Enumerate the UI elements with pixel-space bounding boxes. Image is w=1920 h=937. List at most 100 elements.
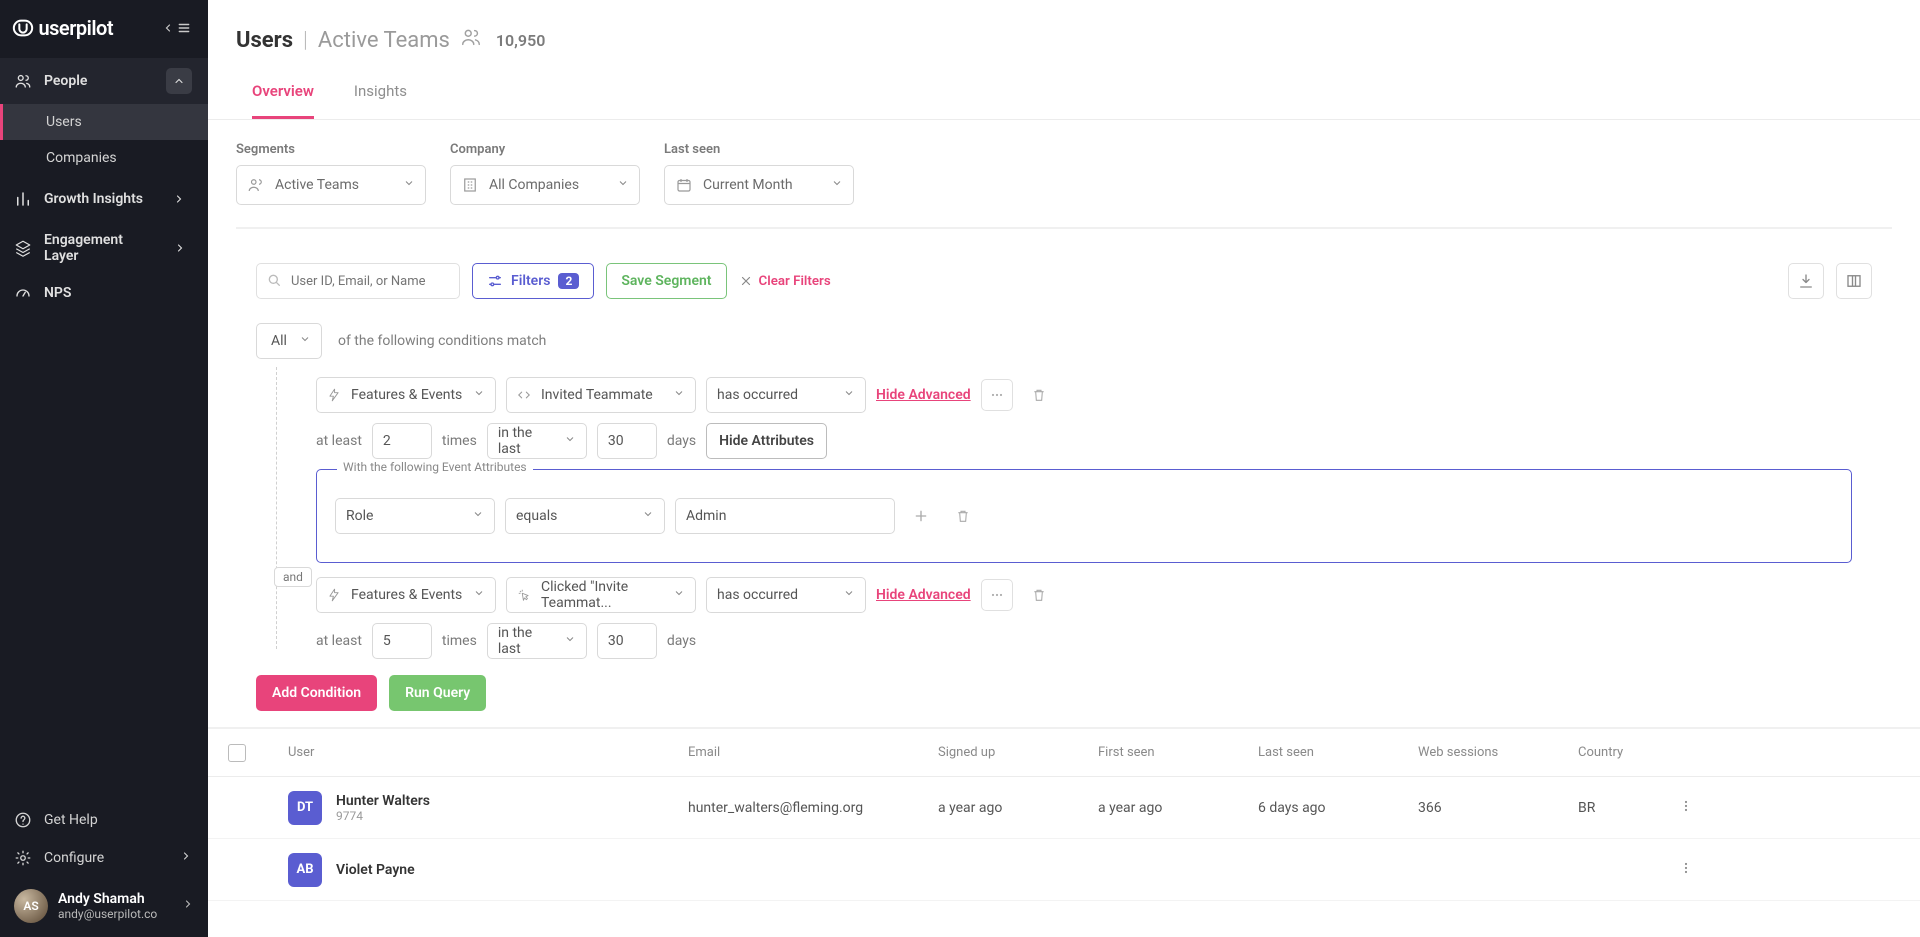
attr-delete-button[interactable] [947, 500, 979, 532]
cond2-event-select[interactable]: Clicked "Invite Teammat... [506, 577, 696, 613]
cond1-count-input[interactable] [372, 423, 432, 459]
cond1-op-select[interactable]: has occurred [706, 377, 866, 413]
user-menu[interactable]: AS Andy Shamah andy@userpilot.co [0, 877, 208, 937]
save-segment-button[interactable]: Save Segment [606, 263, 726, 299]
bolt-icon [327, 388, 341, 402]
menu-icon [176, 21, 192, 35]
row-user-id: 9774 [336, 809, 430, 823]
cond1-source-select[interactable]: Features & Events [316, 377, 496, 413]
nav-nps[interactable]: NPS [0, 274, 208, 312]
search-wrapper [256, 263, 460, 299]
cond1-hide-advanced[interactable]: Hide Advanced [876, 387, 971, 403]
help-icon [14, 811, 32, 829]
match-mode-select[interactable]: All [256, 323, 322, 359]
tab-overview[interactable]: Overview [252, 82, 314, 119]
condition-1: Features & Events Invited Teammate has o… [276, 377, 1852, 563]
chevron-down-icon [673, 587, 685, 603]
chevron-down-icon [564, 433, 576, 449]
select-all-checkbox[interactable] [228, 744, 246, 762]
col-user: User [288, 745, 688, 760]
cond2-days-input[interactable] [597, 623, 657, 659]
col-first-seen: First seen [1098, 745, 1258, 760]
clear-filters-button[interactable]: Clear Filters [739, 274, 831, 289]
nav-sub-companies[interactable]: Companies [0, 140, 208, 176]
cond2-delete-button[interactable] [1023, 579, 1055, 611]
sidebar: userpilot People Users Companies Growth … [0, 0, 208, 937]
label-segments: Segments [236, 142, 426, 157]
row-actions-button[interactable] [1678, 798, 1738, 818]
chevron-down-icon [831, 177, 843, 193]
attributes-legend: With the following Event Attributes [337, 460, 533, 474]
table-header: User Email Signed up First seen Last see… [208, 729, 1920, 777]
col-country: Country [1578, 745, 1678, 760]
cond2-op-select[interactable]: has occurred [706, 577, 866, 613]
row-actions-button[interactable] [1678, 860, 1738, 880]
company-select[interactable]: All Companies [450, 165, 640, 205]
layers-icon [14, 239, 32, 257]
cond1-range-select[interactable]: in the last [487, 423, 587, 459]
page-subtitle: Active Teams [318, 28, 450, 53]
nav-sub-users[interactable]: Users [0, 104, 208, 140]
attr-field-select[interactable]: Role [335, 498, 495, 534]
filters-button[interactable]: Filters 2 [472, 263, 594, 299]
cond2-more-button[interactable] [981, 579, 1013, 611]
tabs: Overview Insights [208, 62, 1920, 120]
cond2-hide-advanced[interactable]: Hide Advanced [876, 587, 971, 603]
chevron-right-icon [167, 235, 192, 261]
label-days: days [667, 633, 696, 649]
nav-people[interactable]: People [0, 58, 208, 104]
col-email: Email [688, 745, 938, 760]
cond2-source-select[interactable]: Features & Events [316, 577, 496, 613]
nav-engagement-layer[interactable]: Engagement Layer [0, 222, 208, 274]
search-input[interactable] [256, 263, 460, 299]
label-days: days [667, 433, 696, 449]
trash-icon [955, 508, 971, 524]
sidebar-collapse[interactable] [162, 21, 192, 35]
row-sessions: 366 [1418, 800, 1578, 816]
nav-label: Engagement Layer [44, 232, 155, 264]
nav-configure[interactable]: Configure [0, 839, 208, 877]
table-row[interactable]: DT Hunter Walters 9774 hunter_walters@fl… [208, 777, 1920, 839]
attr-op-select[interactable]: equals [505, 498, 665, 534]
last-seen-select[interactable]: Current Month [664, 165, 854, 205]
cond2-range-select[interactable]: in the last [487, 623, 587, 659]
cond1-attributes-box: With the following Event Attributes Role… [316, 469, 1852, 563]
building-icon [461, 176, 479, 194]
trash-icon [1031, 387, 1047, 403]
add-condition-button[interactable]: Add Condition [256, 675, 377, 711]
cursor-click-icon [517, 588, 531, 602]
run-query-button[interactable]: Run Query [389, 675, 486, 711]
gauge-icon [14, 284, 32, 302]
cond1-days-input[interactable] [597, 423, 657, 459]
col-signed-up: Signed up [938, 745, 1098, 760]
segments-select[interactable]: Active Teams [236, 165, 426, 205]
nav-label: NPS [44, 285, 71, 301]
tab-insights[interactable]: Insights [354, 82, 407, 119]
columns-button[interactable] [1836, 263, 1872, 299]
cond1-delete-button[interactable] [1023, 379, 1055, 411]
match-suffix: of the following conditions match [338, 333, 546, 349]
row-avatar: AB [288, 853, 322, 887]
chevron-down-icon [472, 508, 484, 524]
attr-add-button[interactable] [905, 500, 937, 532]
nav-get-help[interactable]: Get Help [0, 801, 208, 839]
cond2-count-input[interactable] [372, 623, 432, 659]
row-signed-up: a year ago [938, 800, 1098, 816]
condition-2: and Features & Events Clicked "Invite Te… [276, 577, 1852, 659]
filter-count-badge: 2 [558, 273, 579, 289]
row-email: hunter_walters@fleming.org [688, 800, 938, 816]
download-button[interactable] [1788, 263, 1824, 299]
label-times: times [442, 433, 477, 449]
col-last-seen: Last seen [1258, 745, 1418, 760]
table-row[interactable]: AB Violet Payne [208, 839, 1920, 901]
chevron-down-icon [843, 387, 855, 403]
and-chip: and [274, 567, 312, 587]
chevron-up-icon [166, 68, 192, 94]
cond1-event-select[interactable]: Invited Teammate [506, 377, 696, 413]
cond1-more-button[interactable] [981, 379, 1013, 411]
col-web-sessions: Web sessions [1418, 745, 1578, 760]
row-first-seen: a year ago [1098, 800, 1258, 816]
attr-value-input[interactable] [675, 498, 895, 534]
nav-growth-insights[interactable]: Growth Insights [0, 176, 208, 222]
cond1-hide-attributes-button[interactable]: Hide Attributes [706, 423, 827, 459]
